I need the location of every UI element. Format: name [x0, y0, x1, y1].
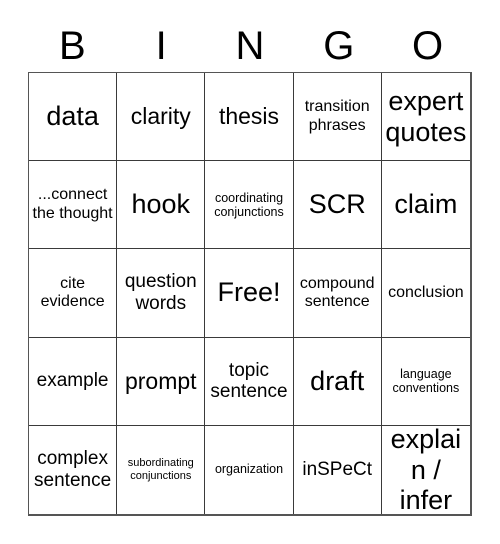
bingo-cell-label: explain / infer — [390, 425, 462, 514]
bingo-cell-label: data — [46, 101, 99, 132]
bingo-cell-r1-c4[interactable]: transition phrases — [293, 73, 382, 162]
bingo-header-letter-g: G — [323, 24, 355, 68]
bingo-cell-r5-c4[interactable]: inSPeCt — [293, 425, 382, 514]
bingo-header-letter-o: O — [412, 24, 444, 68]
bingo-grid: data clarity thesis transition phrases exper… — [28, 72, 472, 516]
bingo-cell-label: topic sentence — [210, 359, 288, 403]
bingo-cell-r3-c5[interactable]: conclusion — [381, 249, 470, 338]
bingo-cell-r4-c5[interactable]: language conventions — [381, 337, 470, 426]
bingo-cell-label: thesis — [218, 103, 280, 130]
bingo-card: B I N G O data clarity thesis transition phrase… — [0, 0, 500, 544]
bingo-cell-r1-c3[interactable]: thesis — [205, 73, 294, 162]
bingo-cell-r5-c1[interactable]: complex sentence — [29, 425, 118, 514]
bingo-cell-label: prompt — [124, 367, 197, 394]
bingo-cell-r4-c1[interactable]: example — [29, 337, 118, 426]
bingo-cell-r5-c2[interactable]: subordinating conjunctions — [117, 425, 206, 514]
bingo-cell-r1-c1[interactable]: data — [29, 73, 118, 162]
bingo-cell-r2-c2[interactable]: hook — [117, 161, 206, 250]
bingo-cell-label: ...connect the thought — [32, 185, 113, 222]
bingo-header-row: BINGO — [28, 20, 472, 72]
bingo-cell-r2-c3[interactable]: coordinating conjunctions — [205, 161, 294, 250]
bingo-cell-label: expert quotes — [385, 85, 467, 147]
bingo-cell-r1-c5[interactable]: expert quotes — [381, 73, 470, 162]
bingo-cell-r2-c1[interactable]: ...connect the thought — [29, 161, 118, 250]
bingo-cell-label: question words — [124, 271, 197, 314]
bingo-cell-label: claim — [394, 189, 458, 220]
bingo-cell-label: language conventions — [392, 366, 460, 396]
bingo-cell-r5-c5[interactable]: explain / infer — [381, 425, 470, 514]
bingo-free-space[interactable]: Free! — [205, 249, 294, 338]
bingo-header-letter-i: I — [155, 24, 167, 68]
bingo-cell-label: organization — [214, 462, 284, 477]
bingo-cell-label: clarity — [130, 103, 191, 130]
bingo-cell-r3-c2[interactable]: question words — [117, 249, 206, 338]
bingo-cell-label: subordinating conjunctions — [127, 457, 194, 482]
bingo-cell-label: draft — [310, 365, 365, 396]
bingo-cell-r2-c4[interactable]: SCR — [293, 161, 382, 250]
bingo-cell-label: conclusion — [388, 284, 464, 302]
bingo-cell-r4-c2[interactable]: prompt — [117, 337, 206, 426]
bingo-cell-r3-c1[interactable]: cite evidence — [29, 249, 118, 338]
bingo-cell-label: cite evidence — [40, 274, 105, 310]
bingo-cell-label: SCR — [308, 189, 366, 220]
bingo-cell-label: transition phrases — [304, 98, 370, 134]
bingo-cell-r1-c2[interactable]: clarity — [117, 73, 206, 162]
bingo-cell-label: example — [36, 369, 109, 391]
bingo-cell-r2-c5[interactable]: claim — [381, 161, 470, 250]
bingo-cell-label: Free! — [217, 277, 281, 308]
bingo-cell-label: compound sentence — [299, 274, 375, 310]
bingo-header-letter-b: B — [59, 24, 86, 68]
bingo-header-letter-n: N — [235, 24, 265, 68]
bingo-cell-label: complex sentence — [34, 448, 112, 491]
bingo-cell-r4-c3[interactable]: topic sentence — [205, 337, 294, 426]
bingo-cell-r5-c3[interactable]: organization — [205, 425, 294, 514]
bingo-cell-label: inSPeCt — [302, 458, 373, 480]
bingo-cell-label: coordinating conjunctions — [214, 190, 284, 219]
bingo-cell-r3-c4[interactable]: compound sentence — [293, 249, 382, 338]
bingo-cell-label: hook — [131, 189, 191, 220]
bingo-cell-r4-c4[interactable]: draft — [293, 337, 382, 426]
